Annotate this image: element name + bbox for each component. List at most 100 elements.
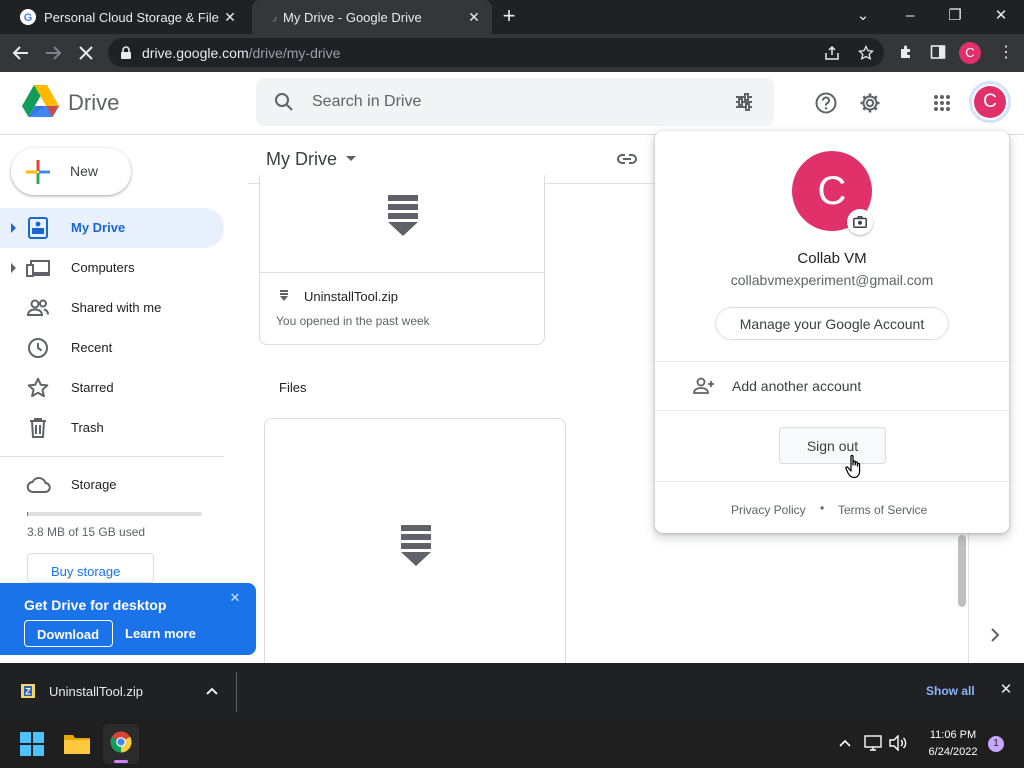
reload-stop-icon[interactable] <box>77 44 95 62</box>
sidebar-item-label: Trash <box>71 420 104 435</box>
active-app-indicator <box>114 760 128 763</box>
file-card[interactable] <box>264 418 566 678</box>
download-bar: Z UninstallTool.zip Show all ✕ <box>0 663 1024 720</box>
search-icon[interactable] <box>274 92 294 112</box>
sidebar-item-label: Storage <box>71 477 117 492</box>
help-icon[interactable] <box>815 92 837 114</box>
extensions-icon[interactable] <box>898 44 914 60</box>
close-download-bar-icon[interactable]: ✕ <box>998 682 1014 698</box>
close-window-icon[interactable]: ✕ <box>986 4 1016 28</box>
tab-search-icon[interactable]: ⌄ <box>848 4 878 28</box>
close-tab-icon[interactable]: ✕ <box>466 9 482 25</box>
sidebar-item-storage[interactable]: Storage <box>0 465 224 505</box>
notification-badge[interactable]: 1 <box>988 736 1004 752</box>
download-divider <box>236 672 237 712</box>
learn-more-link[interactable]: Learn more <box>125 626 196 641</box>
scrollbar-thumb[interactable] <box>958 535 966 607</box>
new-tab-button[interactable]: + <box>498 5 520 28</box>
sidebar-divider <box>0 456 224 457</box>
restore-icon[interactable]: ❐ <box>940 4 970 28</box>
zip-file-icon <box>401 525 431 566</box>
address-bar[interactable]: drive.google.com/drive/my-drive <box>108 38 884 67</box>
privacy-policy-link[interactable]: Privacy Policy <box>731 503 806 517</box>
promo-close-icon[interactable]: ✕ <box>228 591 242 605</box>
popup-divider <box>655 410 1009 411</box>
windows-taskbar: 11:06 PM 6/24/2022 1 <box>0 720 1024 768</box>
get-link-icon[interactable] <box>616 150 638 168</box>
suggested-file-card[interactable]: UninstallTool.zip You opened in the past… <box>259 175 545 345</box>
add-person-icon <box>693 377 714 394</box>
hand-cursor-icon <box>845 454 861 479</box>
sidebar-item-my-drive[interactable]: My Drive <box>0 208 224 248</box>
lock-icon[interactable] <box>120 46 132 60</box>
forward-arrow-icon[interactable] <box>44 44 62 62</box>
new-label: New <box>70 163 99 179</box>
storage-progress-bar <box>27 512 202 516</box>
url-text: drive.google.com/drive/my-drive <box>142 45 340 61</box>
footer-separator: • <box>820 501 825 515</box>
tab-title: My Drive - Google Drive <box>283 10 422 25</box>
sign-out-button[interactable]: Sign out <box>779 427 886 464</box>
show-all-link[interactable]: Show all <box>926 684 975 698</box>
sidebar-item-recent[interactable]: Recent <box>0 328 224 368</box>
star-icon <box>27 377 49 398</box>
browser-profile-avatar[interactable]: C <box>959 42 981 64</box>
share-icon[interactable] <box>824 45 840 61</box>
account-avatar[interactable]: C <box>974 86 1006 118</box>
tab-my-drive[interactable]: My Drive - Google Drive ✕ <box>252 0 492 34</box>
clock-time[interactable]: 11:06 PM <box>918 729 988 741</box>
expand-arrow-icon[interactable] <box>11 263 16 273</box>
close-tab-icon[interactable]: ✕ <box>222 9 238 25</box>
url-host: drive.google.com <box>142 45 249 61</box>
search-input[interactable] <box>312 91 692 113</box>
location-dropdown-icon[interactable] <box>346 156 356 161</box>
settings-gear-icon[interactable] <box>859 92 881 114</box>
add-account-row[interactable]: Add another account <box>655 362 1009 410</box>
clock-date[interactable]: 6/24/2022 <box>918 746 988 758</box>
terms-of-service-link[interactable]: Terms of Service <box>838 503 927 517</box>
expand-arrow-icon[interactable] <box>11 223 16 233</box>
sidebar-item-shared-with-me[interactable]: Shared with me <box>0 288 224 328</box>
tray-chevron-up-icon[interactable] <box>839 739 851 747</box>
expand-side-panel-icon[interactable] <box>990 628 1000 642</box>
search-bar[interactable] <box>256 78 774 126</box>
card-divider <box>260 272 545 273</box>
google-apps-icon[interactable] <box>933 94 951 112</box>
zip-small-icon <box>280 290 288 301</box>
tab-personal-cloud-storage[interactable]: G Personal Cloud Storage & File Sh ✕ <box>8 0 248 34</box>
search-options-icon[interactable] <box>734 92 754 112</box>
change-photo-button[interactable] <box>847 209 873 235</box>
sidebar-item-label: Shared with me <box>71 300 162 315</box>
side-panel-icon[interactable] <box>930 44 946 60</box>
download-item[interactable]: Z UninstallTool.zip <box>0 663 236 720</box>
chevron-up-icon[interactable] <box>206 687 218 695</box>
sidebar-item-starred[interactable]: Starred <box>0 368 224 408</box>
minimize-icon[interactable]: – <box>895 4 925 28</box>
browser-menu-icon[interactable]: ⋮ <box>998 42 1014 64</box>
network-icon[interactable] <box>864 735 882 751</box>
volume-icon[interactable] <box>889 735 907 751</box>
sidebar-item-trash[interactable]: Trash <box>0 408 224 448</box>
buy-storage-button[interactable]: Buy storage <box>27 553 154 583</box>
drive-logo-icon[interactable] <box>22 85 59 118</box>
location-title[interactable]: My Drive <box>266 149 337 170</box>
storage-progress-fill <box>27 512 28 516</box>
my-drive-icon <box>28 217 48 239</box>
app-name[interactable]: Drive <box>68 90 119 116</box>
back-arrow-icon[interactable] <box>12 44 30 62</box>
file-explorer-icon[interactable] <box>64 732 90 754</box>
sidebar-item-computers[interactable]: Computers <box>0 248 224 288</box>
suggested-file-name: UninstallTool.zip <box>304 289 398 304</box>
download-button[interactable]: Download <box>24 620 113 647</box>
new-button[interactable]: New <box>11 148 131 195</box>
bookmark-star-icon[interactable] <box>858 45 874 61</box>
download-label: Download <box>37 627 100 642</box>
chrome-taskbar-button[interactable] <box>103 724 139 764</box>
promo-title: Get Drive for desktop <box>24 597 167 613</box>
sidebar-item-label: Recent <box>71 340 113 355</box>
trash-icon <box>30 418 46 438</box>
windows-start-icon[interactable] <box>20 732 44 756</box>
browser-tab-bar: G Personal Cloud Storage & File Sh ✕ My … <box>0 0 1024 34</box>
manage-account-button[interactable]: Manage your Google Account <box>715 307 949 340</box>
account-avatar-ring[interactable]: C <box>969 81 1011 123</box>
